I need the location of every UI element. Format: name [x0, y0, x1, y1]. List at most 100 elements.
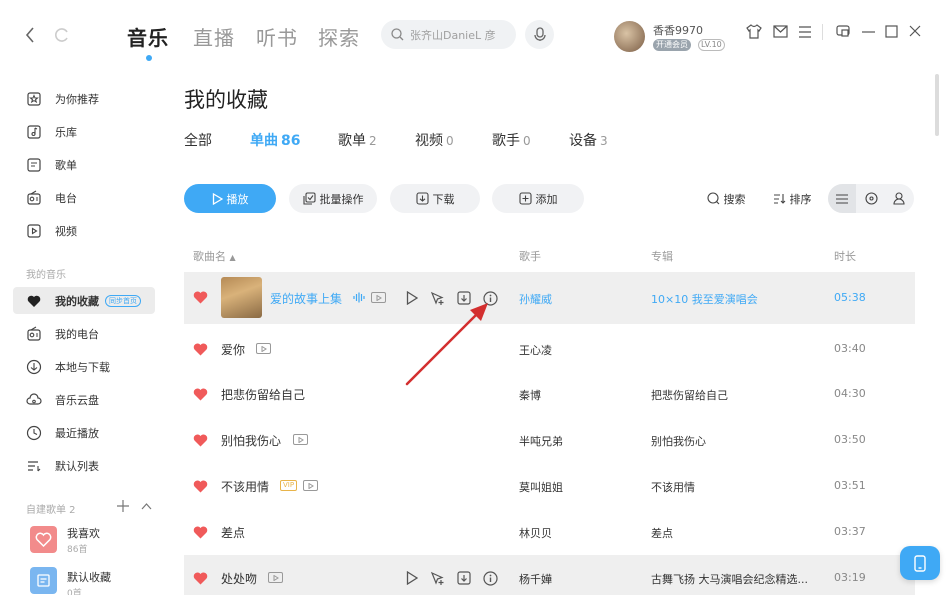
mv-tag[interactable]: [371, 292, 386, 303]
liked-heart-icon[interactable]: [193, 434, 208, 447]
song-title[interactable]: 爱的故事上集: [270, 290, 342, 307]
playlist-item-liked[interactable]: 我喜欢 86首: [30, 525, 150, 557]
tab-audiobook[interactable]: 听书: [256, 22, 298, 51]
tab-videos[interactable]: 视频 0: [415, 130, 454, 150]
sort-button[interactable]: 排序: [761, 184, 823, 213]
maximize-icon[interactable]: [885, 25, 898, 38]
liked-heart-icon[interactable]: [193, 480, 208, 493]
table-row[interactable]: 差点 林贝贝 差点 03:37: [184, 509, 915, 555]
sidebar-item-label: 我的收藏: [55, 295, 99, 308]
tab-songs[interactable]: 单曲 86: [250, 130, 300, 150]
table-row[interactable]: 爱你 王心凌 03:40: [184, 326, 915, 372]
tab-singers[interactable]: 歌手 0: [492, 130, 531, 150]
sidebar-item-default-list[interactable]: 默认列表: [26, 455, 99, 477]
voice-search-button[interactable]: [525, 20, 554, 49]
liked-heart-icon[interactable]: [193, 388, 208, 401]
tab-music[interactable]: 音乐: [127, 22, 169, 51]
song-album[interactable]: 差点: [651, 525, 673, 541]
song-artist[interactable]: 杨千嬅: [519, 571, 552, 587]
sidebar-item-my-radio[interactable]: 我的电台: [26, 323, 99, 345]
mail-icon[interactable]: [773, 25, 788, 38]
sidebar-item-recommend[interactable]: 为你推荐: [26, 88, 99, 110]
scrollbar[interactable]: [935, 74, 939, 136]
table-row[interactable]: 把悲伤留给自己 秦博 把悲伤留给自己 04:30: [184, 371, 915, 417]
song-title[interactable]: 别怕我伤心: [221, 432, 281, 449]
mv-tag[interactable]: [293, 434, 308, 445]
mini-mode-icon[interactable]: [836, 25, 850, 38]
playlist-item-default-favorites[interactable]: 默认收藏 0首: [30, 566, 150, 595]
column-artist[interactable]: 歌手: [519, 248, 541, 264]
sidebar-item-library[interactable]: 乐库: [26, 121, 77, 143]
add-button[interactable]: 添加: [492, 184, 584, 213]
tab-devices[interactable]: 设备 3: [569, 130, 608, 150]
song-album[interactable]: 不该用情: [651, 479, 695, 495]
song-artist[interactable]: 莫叫姐姐: [519, 479, 563, 495]
column-album[interactable]: 专辑: [651, 248, 673, 264]
download-icon[interactable]: [456, 570, 472, 586]
minimize-icon[interactable]: [862, 31, 875, 33]
username[interactable]: 香香9970: [653, 22, 703, 38]
tab-all[interactable]: 全部: [184, 130, 212, 150]
sidebar-item-favorites[interactable]: 我的收藏 同步首页: [26, 290, 141, 312]
song-artist[interactable]: 秦博: [519, 387, 541, 403]
open-vip-badge[interactable]: 开通会员: [653, 39, 691, 51]
play-icon[interactable]: [404, 570, 420, 586]
list-view-button[interactable]: [828, 184, 856, 213]
liked-heart-icon[interactable]: [193, 343, 208, 356]
sidebar-item-local-download[interactable]: 本地与下载: [26, 356, 110, 378]
mv-tag[interactable]: [303, 480, 318, 491]
table-row[interactable]: 不该用情 VIP 莫叫姐姐 不该用情 03:51: [184, 463, 915, 509]
song-artist[interactable]: 林贝贝: [519, 525, 552, 541]
play-all-button[interactable]: 播放: [184, 184, 276, 213]
tab-playlists[interactable]: 歌单 2: [338, 130, 377, 150]
song-title[interactable]: 把悲伤留给自己: [221, 386, 305, 403]
download-button[interactable]: 下载: [390, 184, 480, 213]
batch-operation-button[interactable]: 批量操作: [289, 184, 377, 213]
song-album[interactable]: 别怕我伤心: [651, 433, 706, 449]
search-songs-button[interactable]: 搜索: [695, 184, 757, 213]
collapse-icon[interactable]: [141, 503, 152, 510]
avatar[interactable]: [614, 21, 645, 52]
table-row[interactable]: 爱的故事上集 孙耀威 10×10 我至爱演唱会 05:38: [184, 272, 915, 324]
song-album[interactable]: 10×10 我至爱演唱会: [651, 291, 758, 307]
album-cover[interactable]: [221, 277, 262, 318]
mv-tag[interactable]: [268, 572, 283, 583]
sidebar-item-cloud[interactable]: 音乐云盘: [26, 389, 99, 411]
liked-heart-icon[interactable]: [193, 572, 208, 585]
menu-icon[interactable]: [798, 26, 812, 38]
song-title[interactable]: 差点: [221, 524, 245, 541]
table-row[interactable]: 处处吻 杨千嬅 古舞飞扬 大马演唱会纪念精选... 03:19: [184, 555, 915, 595]
sidebar-item-playlist[interactable]: 歌单: [26, 154, 77, 176]
add-playlist-icon[interactable]: [117, 500, 129, 512]
sidebar-item-video[interactable]: 视频: [26, 220, 77, 242]
album-view-button[interactable]: [857, 184, 885, 213]
song-title[interactable]: 爱你: [221, 341, 245, 358]
close-icon[interactable]: [909, 25, 921, 37]
song-album[interactable]: 把悲伤留给自己: [651, 387, 728, 403]
mv-tag[interactable]: [256, 343, 271, 354]
column-duration[interactable]: 时长: [834, 248, 856, 264]
mobile-device-button[interactable]: [900, 546, 940, 580]
back-button[interactable]: [24, 27, 36, 43]
sidebar-item-recent[interactable]: 最近播放: [26, 422, 99, 444]
song-artist[interactable]: 王心凌: [519, 342, 552, 358]
skin-icon[interactable]: [746, 24, 762, 39]
singer-view-button[interactable]: [885, 184, 913, 213]
tab-explore[interactable]: 探索: [318, 22, 360, 51]
song-album[interactable]: 古舞飞扬 大马演唱会纪念精选...: [651, 571, 808, 587]
song-artist[interactable]: 孙耀威: [519, 291, 552, 307]
search-input[interactable]: 张齐山DanieL 彦: [381, 20, 516, 49]
table-row[interactable]: 别怕我伤心 半吨兄弟 别怕我伤心 03:50: [184, 417, 915, 463]
song-artist[interactable]: 半吨兄弟: [519, 433, 563, 449]
more-info-icon[interactable]: [482, 570, 498, 586]
tab-live[interactable]: 直播: [193, 22, 235, 51]
song-title[interactable]: 不该用情: [221, 478, 269, 495]
song-title[interactable]: 处处吻: [221, 570, 257, 587]
sync-badge[interactable]: 同步首页: [105, 295, 141, 307]
liked-heart-icon[interactable]: [193, 291, 208, 304]
add-to-icon[interactable]: [430, 570, 446, 586]
refresh-button[interactable]: [54, 27, 70, 43]
column-song[interactable]: 歌曲名 ▲: [193, 248, 236, 264]
sidebar-item-radio[interactable]: 电台: [26, 187, 77, 209]
liked-heart-icon[interactable]: [193, 526, 208, 539]
